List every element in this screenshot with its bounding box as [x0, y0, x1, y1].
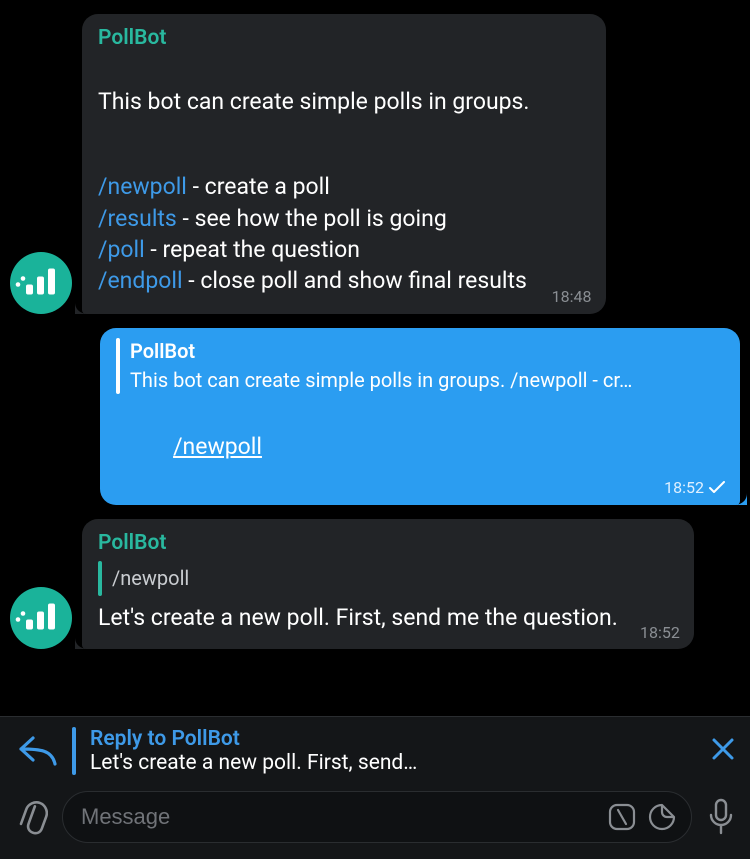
reply-bar [98, 561, 102, 596]
reply-arrow-icon [18, 734, 58, 768]
message-time: 18:52 [640, 622, 680, 644]
message-row: PollBot This bot can create simple polls… [0, 324, 750, 515]
input-row [0, 783, 750, 859]
command-link[interactable]: /newpoll [98, 173, 187, 200]
reply-text: This bot can create simple polls in grou… [130, 367, 724, 394]
composer: Reply to PollBot Let's create a new poll… [0, 716, 750, 859]
message-input-field[interactable] [62, 791, 692, 843]
message-body: Let's create a new poll. First, send me … [98, 602, 678, 637]
reply-preview[interactable]: /newpoll [98, 561, 678, 596]
close-icon [710, 736, 736, 762]
dots-icon [24, 266, 58, 296]
command-link[interactable]: /poll [98, 236, 145, 263]
cancel-reply-button[interactable] [710, 736, 736, 766]
reply-preview[interactable]: PollBot This bot can create simple polls… [116, 338, 724, 394]
reply-sender: PollBot [130, 338, 724, 365]
microphone-icon[interactable] [706, 797, 736, 837]
message-bubble[interactable]: PollBot /newpoll Let's create a new poll… [82, 519, 694, 649]
message-list[interactable]: PollBot This bot can create simple polls… [0, 0, 750, 659]
message-time: 18:48 [552, 286, 592, 308]
reply-strip-preview: Let's create a new poll. First, send… [90, 751, 696, 775]
message-meta: 18:52 [664, 477, 726, 499]
reply-bar [116, 338, 120, 394]
attach-icon[interactable] [14, 799, 48, 835]
message-time: 18:52 [664, 477, 704, 499]
check-icon [708, 481, 726, 495]
reply-strip-bar [72, 727, 76, 775]
avatar[interactable] [10, 252, 72, 314]
dots-icon [24, 602, 58, 632]
sender-name: PollBot [98, 24, 590, 52]
sticker-icon[interactable] [647, 802, 677, 832]
message-bubble[interactable]: PollBot This bot can create simple polls… [82, 14, 606, 314]
bubble-tail [75, 631, 89, 649]
reply-strip-body: Reply to PollBot Let's create a new poll… [90, 727, 696, 775]
message-input[interactable] [81, 804, 597, 830]
command-link[interactable]: /results [98, 205, 177, 232]
chat-screen: PollBot This bot can create simple polls… [0, 0, 750, 859]
command-link[interactable]: /newpoll [173, 433, 262, 460]
command-button-icon[interactable] [607, 802, 637, 832]
bubble-tail [733, 487, 747, 505]
message-body: This bot can create simple polls in grou… [98, 55, 590, 301]
composer-reply-strip[interactable]: Reply to PollBot Let's create a new poll… [0, 717, 750, 783]
message-row: PollBot This bot can create simple polls… [0, 10, 750, 324]
sender-name: PollBot [98, 529, 678, 557]
message-bubble[interactable]: PollBot This bot can create simple polls… [100, 328, 740, 505]
bubble-tail [75, 296, 89, 314]
message-row: PollBot /newpoll Let's create a new poll… [0, 515, 750, 659]
command-link[interactable]: /endpoll [98, 267, 183, 294]
message-body: /newpoll [116, 400, 724, 493]
avatar[interactable] [10, 587, 72, 649]
reply-strip-title: Reply to PollBot [90, 727, 696, 751]
reply-text: /newpoll [112, 565, 678, 592]
